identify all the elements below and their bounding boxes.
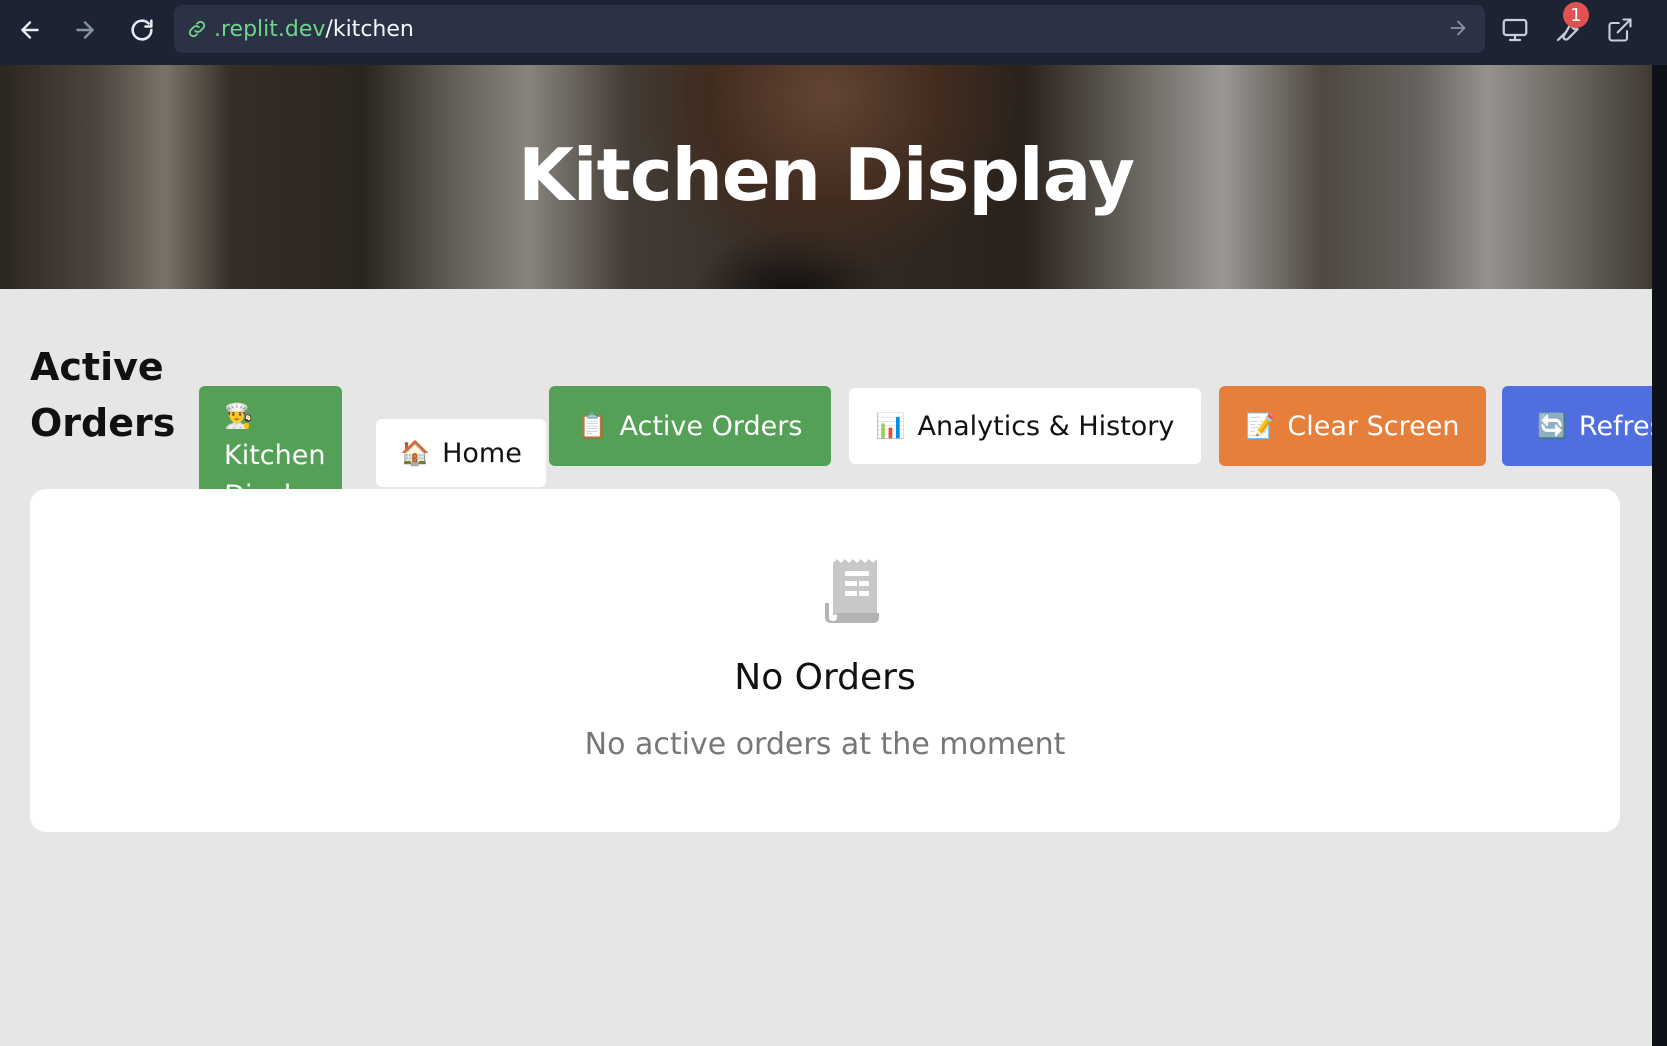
devices-button[interactable] xyxy=(1495,10,1535,50)
link-icon xyxy=(184,16,210,42)
refresh-button[interactable]: 🔄 Refres xyxy=(1502,386,1652,466)
refresh-icon: 🔄 xyxy=(1537,412,1567,440)
browser-toolbar: .replit.dev/kitchen 1 xyxy=(0,0,1667,65)
house-icon: 🏠 xyxy=(400,439,431,467)
clear-screen-label: Clear Screen xyxy=(1287,410,1460,442)
bar-chart-icon: 📊 xyxy=(875,412,906,440)
reload-icon xyxy=(131,19,153,41)
monitor-icon xyxy=(1502,18,1528,42)
go-arrow-icon[interactable] xyxy=(1447,17,1471,41)
external-link-icon xyxy=(1608,18,1632,42)
open-new-tab-button[interactable] xyxy=(1600,10,1640,50)
address-bar[interactable]: .replit.dev/kitchen xyxy=(174,5,1485,53)
analytics-history-label: Analytics & History xyxy=(917,410,1175,442)
url-domain: .replit.dev xyxy=(214,16,326,42)
chef-icon: 👨‍🍳 xyxy=(224,402,254,430)
clear-screen-button[interactable]: 📝 Clear Screen xyxy=(1219,386,1486,466)
arrow-left-icon xyxy=(21,21,39,39)
active-orders-label: Active Orders xyxy=(619,410,803,442)
arrow-right-icon xyxy=(76,21,94,39)
url-text: .replit.dev/kitchen xyxy=(214,17,414,42)
clipboard-icon: 📋 xyxy=(577,412,608,440)
empty-state-message: No active orders at the moment xyxy=(584,727,1066,762)
reload-button[interactable] xyxy=(124,12,160,48)
hero-title: Kitchen Display xyxy=(518,133,1135,217)
notification-badge: 1 xyxy=(1563,2,1589,28)
receipt-icon xyxy=(825,559,879,623)
home-button[interactable]: 🏠 Home xyxy=(376,419,546,487)
home-label: Home xyxy=(442,437,522,469)
back-button[interactable] xyxy=(12,12,48,48)
active-orders-button[interactable]: 📋 Active Orders xyxy=(549,386,831,466)
empty-state-title: No Orders xyxy=(734,657,916,698)
url-path: /kitchen xyxy=(325,16,414,42)
memo-icon: 📝 xyxy=(1245,412,1276,440)
forward-button[interactable] xyxy=(67,12,103,48)
hero-banner: Kitchen Display xyxy=(0,65,1652,289)
scrollbar-track[interactable] xyxy=(1652,65,1667,1046)
section-title: Active Orders xyxy=(30,345,176,445)
orders-card: No Orders No active orders at the moment xyxy=(30,489,1620,832)
refresh-label: Refres xyxy=(1578,410,1652,442)
orders-toolbar: Active Orders 👨‍🍳 Kitchen Display 🏠 Home… xyxy=(0,289,1652,521)
kitchen-page: Kitchen Display Active Orders 👨‍🍳 Kitche… xyxy=(0,65,1652,1046)
analytics-history-button[interactable]: 📊 Analytics & History xyxy=(849,388,1201,464)
